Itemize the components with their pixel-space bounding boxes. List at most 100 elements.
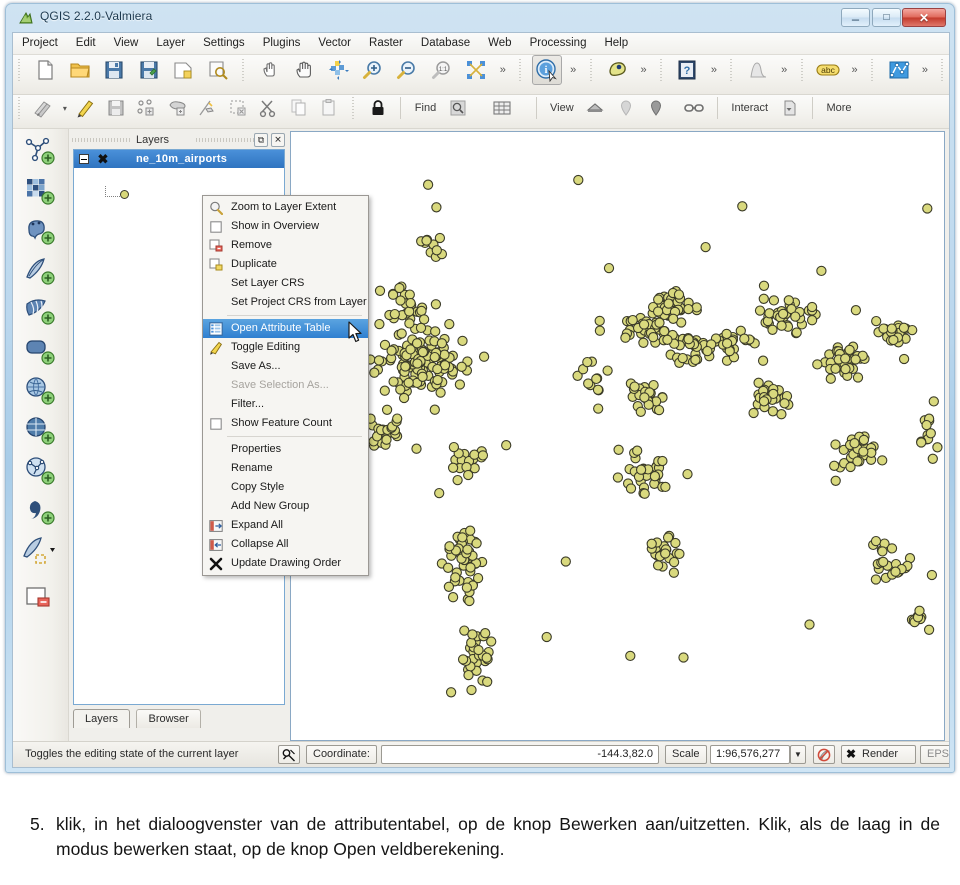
toolbar-grip[interactable] [798, 57, 806, 83]
coordinate-input[interactable]: -144.3,82.0 [381, 745, 659, 764]
layer-context-menu[interactable]: Zoom to Layer Extent Show in Overview Remo… [202, 195, 369, 576]
toolbar-overflow-1[interactable]: » [496, 64, 510, 76]
toolbar-overflow-3[interactable]: » [637, 64, 651, 76]
context-menu-item-remove[interactable]: Remove [203, 236, 368, 255]
add-postgis-layer-icon[interactable] [19, 213, 63, 251]
interact-label[interactable]: Interact [727, 102, 772, 114]
add-wcs-layer-icon[interactable] [19, 413, 63, 451]
add-vector-layer-icon[interactable] [19, 133, 63, 171]
context-menu-item-copy-style[interactable]: Copy Style [203, 478, 368, 497]
context-menu-item-open-attribute-table[interactable]: Open Attribute Table [203, 319, 368, 338]
context-menu-item-filter[interactable]: Filter... [203, 395, 368, 414]
menu-project[interactable]: Project [13, 33, 67, 52]
select-features-icon[interactable] [602, 55, 632, 85]
context-menu-item-toggle-editing[interactable]: Toggle Editing [203, 338, 368, 357]
menu-raster[interactable]: Raster [360, 33, 412, 52]
statistics-icon[interactable] [743, 55, 773, 85]
menu-settings[interactable]: Settings [194, 33, 254, 52]
pencils-dropdown-icon[interactable]: ▾ [61, 104, 69, 113]
toolbar-grip[interactable] [517, 57, 525, 83]
lock-icon[interactable] [365, 95, 391, 121]
menu-web[interactable]: Web [479, 33, 520, 52]
zoom-to-selection-icon[interactable] [461, 55, 491, 85]
cut-features-icon[interactable] [256, 95, 282, 121]
panel-float-button[interactable]: ⧉ [254, 133, 268, 147]
link-icon[interactable] [681, 95, 707, 121]
map-canvas[interactable] [290, 131, 945, 741]
move-feature-icon[interactable] [165, 95, 191, 121]
toolbar-grip[interactable] [657, 57, 665, 83]
zoom-full-icon[interactable]: 1:1 [427, 55, 457, 85]
new-project-icon[interactable] [30, 55, 60, 85]
menu-view[interactable]: View [105, 33, 148, 52]
toolbar-grip[interactable] [16, 95, 23, 121]
menu-edit[interactable]: Edit [67, 33, 105, 52]
context-menu-item-collapse-all[interactable]: Collapse All [203, 535, 368, 554]
new-shapefile-layer-icon[interactable] [19, 533, 63, 571]
pan-map-icon[interactable] [289, 55, 319, 85]
context-menu-item-set-layer-crs[interactable]: Set Layer CRS [203, 274, 368, 293]
node-edit-icon[interactable] [195, 95, 221, 121]
render-checkbox[interactable]: ✖ Render [841, 745, 916, 764]
toolbar-grip[interactable] [728, 57, 736, 83]
copy-features-icon[interactable] [287, 95, 313, 121]
paste-features-icon[interactable] [317, 95, 343, 121]
minimize-button[interactable]: – [841, 8, 870, 27]
identify-features-icon[interactable]: i [531, 55, 562, 85]
toolbar-overflow-2[interactable]: » [566, 64, 580, 76]
context-menu-item-save-as[interactable]: Save As... [203, 357, 368, 376]
menu-layer[interactable]: Layer [147, 33, 194, 52]
add-feature-point-icon[interactable] [134, 95, 160, 121]
layer-tree-item[interactable]: ✖ ne_10m_airports [74, 150, 284, 168]
marker-faded-icon[interactable] [613, 95, 639, 121]
context-menu-item-zoom-to-layer-extent[interactable]: Zoom to Layer Extent [203, 198, 368, 217]
add-wfs-layer-icon[interactable] [19, 453, 63, 491]
scale-dropdown-arrow-icon[interactable]: ▼ [790, 745, 806, 764]
remove-layer-icon[interactable] [19, 581, 63, 619]
composer-manager-icon[interactable] [203, 55, 233, 85]
pan-to-selection-icon[interactable] [324, 55, 354, 85]
crs-label[interactable]: EPSG:4326 [920, 745, 949, 764]
toolbar-overflow-4[interactable]: » [707, 64, 721, 76]
open-attribute-table-icon[interactable]: ? [672, 55, 702, 85]
toolbar-grip[interactable] [350, 95, 358, 121]
add-delimited-text-layer-icon[interactable] [19, 493, 63, 531]
new-print-composer-icon[interactable] [168, 55, 198, 85]
no-rotation-icon[interactable] [813, 745, 835, 764]
zoom-in-icon[interactable] [358, 55, 388, 85]
context-menu-item-rename[interactable]: Rename [203, 459, 368, 478]
grid-table-icon[interactable] [489, 95, 515, 121]
coordinate-toggle-icon[interactable] [278, 745, 300, 764]
view-label[interactable]: View [546, 102, 578, 114]
find-search-icon[interactable] [445, 95, 471, 121]
toggle-editing-icon[interactable] [73, 95, 99, 121]
toolbar-overflow-7[interactable]: » [918, 64, 932, 76]
context-menu-item-show-in-overview[interactable]: Show in Overview [203, 217, 368, 236]
close-button[interactable]: ✕ [902, 8, 946, 27]
add-spatialite-layer-icon[interactable] [19, 253, 63, 291]
add-oracle-layer-icon[interactable] [19, 333, 63, 371]
menu-database[interactable]: Database [412, 33, 479, 52]
layer-visibility-checkbox[interactable]: ✖ [96, 152, 110, 166]
toolbar-grip[interactable] [587, 57, 595, 83]
add-raster-layer-icon[interactable] [19, 173, 63, 211]
marker-icon[interactable] [643, 95, 669, 121]
save-project-as-icon[interactable] [134, 55, 164, 85]
label-abc-icon[interactable]: abc [813, 55, 843, 85]
panel-close-button[interactable]: ✕ [271, 133, 285, 147]
zoom-out-icon[interactable] [392, 55, 422, 85]
basemap-icon[interactable] [582, 95, 608, 121]
context-menu-item-duplicate[interactable]: Duplicate [203, 255, 368, 274]
menu-processing[interactable]: Processing [521, 33, 596, 52]
menu-help[interactable]: Help [595, 33, 637, 52]
menu-vector[interactable]: Vector [309, 33, 360, 52]
interact-icon[interactable] [777, 95, 803, 121]
toolbar-grip[interactable] [240, 57, 248, 83]
scale-combo-value[interactable]: 1:96,576,277 [710, 745, 790, 764]
pencils-icon[interactable] [30, 95, 56, 121]
title-bar[interactable]: QGIS 2.2.0-Valmiera – □ ✕ [6, 4, 954, 32]
toolbar-overflow-6[interactable]: » [848, 64, 862, 76]
toolbar-grip[interactable] [869, 57, 877, 83]
save-layer-edits-icon[interactable] [104, 95, 130, 121]
toolbar-overflow-5[interactable]: » [777, 64, 791, 76]
